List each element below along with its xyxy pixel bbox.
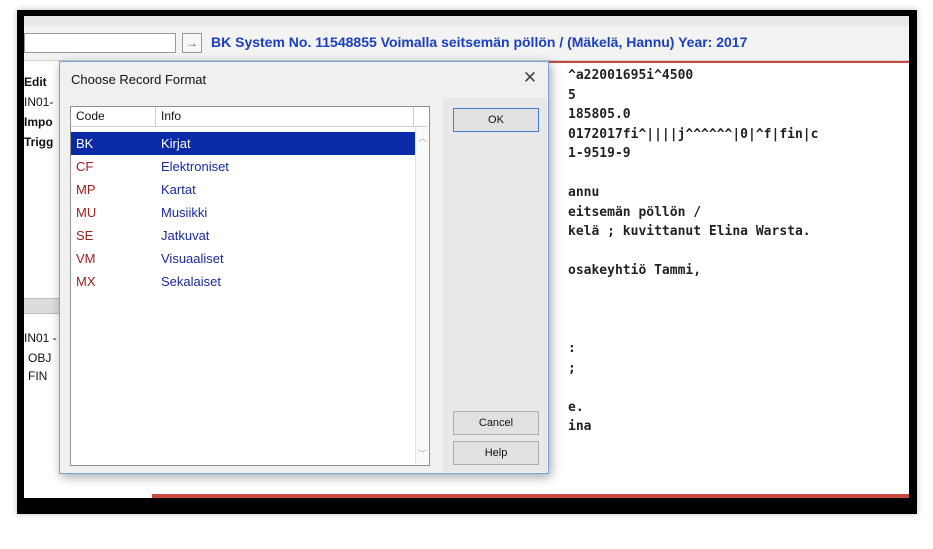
choose-record-format-dialog: Choose Record Format ✕ Code Info BK Kirja… <box>59 61 549 474</box>
close-icon[interactable]: ✕ <box>518 66 542 90</box>
left-item-import[interactable]: Impo <box>24 115 53 129</box>
list-item-info: Sekalaiset <box>161 274 221 289</box>
scroll-up-icon[interactable]: ︿ <box>416 131 429 145</box>
tree-item-obj[interactable]: OBJ <box>28 351 51 365</box>
dialog-title: Choose Record Format <box>71 72 207 87</box>
list-item[interactable]: BK Kirjat <box>71 132 415 155</box>
list-item-info: Kartat <box>161 182 196 197</box>
editor-line: osakeyhtiö Tammi, <box>568 263 702 278</box>
left-item-edit[interactable]: Edit <box>24 75 47 89</box>
tree-item-in01[interactable]: IN01 - <box>24 331 57 345</box>
left-item-in01[interactable]: IN01- <box>24 95 53 109</box>
go-arrow-icon[interactable]: → <box>182 33 202 53</box>
menu-bar <box>24 16 909 26</box>
scroll-down-icon[interactable]: ﹀ <box>416 447 429 461</box>
editor-line: : <box>568 341 576 356</box>
list-item[interactable]: MU Musiikki <box>71 201 415 224</box>
list-item[interactable]: CF Elektroniset <box>71 155 415 178</box>
editor-line: 1-9519-9 <box>568 146 631 161</box>
list-item[interactable]: VM Visuaaliset <box>71 247 415 270</box>
list-header: Code Info <box>71 107 427 127</box>
list-item[interactable]: MP Kartat <box>71 178 415 201</box>
editor-line: 185805.0 <box>568 107 631 122</box>
editor-line: 0172017fi^||||j^^^^^^|0|^f|fin|c <box>568 126 819 142</box>
list-rows: BK Kirjat CF Elektroniset MP Kartat MU Musiikki… <box>71 132 415 293</box>
cancel-button[interactable]: Cancel <box>453 411 539 435</box>
editor-line: eitsemän pöllön / <box>568 204 702 220</box>
ok-button[interactable]: OK <box>453 108 539 132</box>
list-item-code: CF <box>76 159 94 174</box>
editor-line: 5 <box>568 87 576 103</box>
editor-line: e. <box>568 399 584 415</box>
list-item[interactable]: SE Jatkuvat <box>71 224 415 247</box>
record-format-list[interactable]: Code Info BK Kirjat CF Elektroniset MP Kartat… <box>70 106 430 466</box>
left-item-trigger[interactable]: Trigg <box>24 135 53 149</box>
list-scrollbar[interactable]: ︿ ﹀ <box>415 127 429 464</box>
status-strip <box>24 498 909 506</box>
list-item-info: Visuaaliset <box>161 251 224 266</box>
list-item-code: SE <box>76 228 94 243</box>
editor-line: ; <box>568 360 576 376</box>
help-button[interactable]: Help <box>453 441 539 465</box>
list-item-info: Musiikki <box>161 205 208 220</box>
address-input[interactable] <box>24 33 176 53</box>
list-item-code: MU <box>76 205 97 220</box>
column-header-info[interactable]: Info <box>156 107 414 126</box>
toolbar: → BK System No. 11548855 Voimalla seitse… <box>24 26 909 61</box>
list-item-code: MX <box>76 274 96 289</box>
tree-item-fin[interactable]: FIN <box>28 369 47 383</box>
list-item-code: BK <box>76 136 94 151</box>
list-item[interactable]: MX Sekalaiset <box>71 270 415 293</box>
record-title: BK System No. 11548855 Voimalla seitsemä… <box>211 34 748 50</box>
column-header-code[interactable]: Code <box>71 107 156 126</box>
list-item-info: Kirjat <box>161 136 191 151</box>
editor-line: ^a22001695i^4500 <box>568 68 694 83</box>
editor-line: kelä ; kuvittanut Elina Warsta. <box>568 224 811 239</box>
list-item-code: MP <box>76 182 96 197</box>
editor-line: annu <box>568 185 600 200</box>
list-item-code: VM <box>76 251 96 266</box>
list-item-info: Elektroniset <box>161 159 229 174</box>
list-item-info: Jatkuvat <box>161 228 210 243</box>
editor-line: ina <box>568 419 592 434</box>
